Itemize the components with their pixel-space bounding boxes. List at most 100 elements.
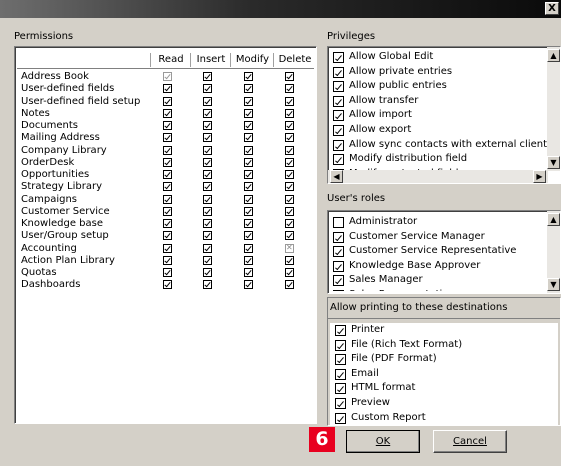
delete-checkbox[interactable]	[285, 268, 294, 277]
role-checkbox[interactable]	[333, 231, 344, 243]
read-checkbox[interactable]	[163, 255, 172, 265]
insert-checkbox[interactable]	[203, 255, 212, 265]
read-checkbox[interactable]	[163, 96, 172, 106]
delete-checkbox[interactable]	[285, 255, 294, 265]
modify-checkbox[interactable]	[244, 96, 253, 106]
modify-checkbox[interactable]	[244, 231, 253, 241]
modify-checkbox[interactable]	[244, 133, 253, 143]
insert-checkbox[interactable]	[203, 206, 212, 216]
read-checkbox[interactable]	[163, 121, 172, 130]
privilege-checkbox[interactable]	[333, 66, 344, 78]
modify-checkbox[interactable]	[244, 243, 253, 253]
delete-checkbox[interactable]	[285, 231, 294, 241]
privilege-checkbox[interactable]	[333, 52, 344, 63]
print-destination-checkbox[interactable]	[335, 412, 346, 424]
read-checkbox[interactable]	[163, 280, 172, 290]
modify-checkbox[interactable]	[244, 108, 253, 118]
delete-checkbox[interactable]	[285, 206, 294, 216]
modify-checkbox[interactable]	[244, 206, 253, 216]
role-checkbox[interactable]	[333, 275, 344, 287]
delete-checkbox[interactable]	[285, 121, 294, 130]
ok-button[interactable]: OK	[346, 430, 420, 453]
privilege-checkbox[interactable]	[333, 154, 344, 166]
modify-checkbox[interactable]	[244, 268, 253, 277]
delete-checkbox[interactable]	[285, 182, 294, 192]
read-checkbox[interactable]	[163, 243, 172, 253]
read-checkbox[interactable]	[163, 268, 172, 277]
close-button[interactable]: X	[545, 2, 559, 15]
insert-checkbox[interactable]	[203, 72, 212, 81]
insert-checkbox[interactable]	[203, 231, 212, 241]
role-checkbox[interactable]	[333, 260, 344, 272]
insert-checkbox[interactable]	[203, 96, 212, 106]
insert-checkbox[interactable]	[203, 157, 212, 167]
print-destination-checkbox[interactable]	[335, 339, 346, 351]
privilege-checkbox[interactable]	[333, 95, 344, 107]
insert-checkbox[interactable]	[203, 268, 212, 277]
read-checkbox[interactable]	[163, 72, 172, 81]
print-destination-checkbox[interactable]	[335, 398, 346, 409]
scroll-up-icon[interactable]: ▲	[547, 49, 560, 62]
modify-checkbox[interactable]	[244, 145, 253, 155]
cancel-button[interactable]: Cancel	[433, 430, 507, 453]
read-checkbox[interactable]	[163, 145, 172, 155]
print-destination-checkbox[interactable]	[335, 383, 346, 395]
read-checkbox[interactable]	[163, 108, 172, 118]
privilege-checkbox[interactable]	[333, 139, 344, 151]
delete-checkbox[interactable]	[285, 170, 294, 179]
insert-checkbox[interactable]	[203, 121, 212, 130]
insert-checkbox[interactable]	[203, 84, 212, 94]
delete-checkbox[interactable]	[285, 72, 294, 81]
modify-checkbox[interactable]	[244, 255, 253, 265]
read-checkbox[interactable]	[163, 194, 172, 204]
delete-checkbox[interactable]	[285, 280, 294, 290]
insert-checkbox[interactable]	[203, 108, 212, 118]
read-checkbox[interactable]	[163, 84, 172, 94]
delete-checkbox[interactable]	[285, 133, 294, 143]
print-destination-checkbox[interactable]	[335, 368, 346, 380]
scroll-left-icon[interactable]: ◀	[330, 170, 343, 183]
delete-checkbox[interactable]	[285, 108, 294, 118]
read-checkbox[interactable]	[163, 182, 172, 192]
delete-checkbox[interactable]	[285, 243, 294, 253]
insert-checkbox[interactable]	[203, 145, 212, 155]
modify-checkbox[interactable]	[244, 121, 253, 130]
insert-checkbox[interactable]	[203, 194, 212, 204]
delete-checkbox[interactable]	[285, 194, 294, 204]
modify-checkbox[interactable]	[244, 280, 253, 290]
role-checkbox[interactable]	[333, 217, 344, 228]
role-checkbox[interactable]	[333, 290, 344, 291]
insert-checkbox[interactable]	[203, 182, 212, 192]
delete-checkbox[interactable]	[285, 157, 294, 167]
delete-checkbox[interactable]	[285, 84, 294, 94]
modify-checkbox[interactable]	[244, 194, 253, 204]
modify-checkbox[interactable]	[244, 157, 253, 167]
insert-checkbox[interactable]	[203, 170, 212, 179]
insert-checkbox[interactable]	[203, 133, 212, 143]
read-checkbox[interactable]	[163, 231, 172, 241]
read-checkbox[interactable]	[163, 170, 172, 179]
role-checkbox[interactable]	[333, 246, 344, 258]
scroll-right-icon[interactable]: ▶	[533, 170, 546, 183]
modify-checkbox[interactable]	[244, 72, 253, 81]
scroll-up-icon[interactable]: ▲	[547, 213, 560, 226]
print-destination-checkbox[interactable]	[335, 325, 346, 336]
privileges-vertical-scrollbar[interactable]: ▲ ▼	[547, 47, 560, 171]
delete-checkbox[interactable]	[285, 145, 294, 155]
privilege-checkbox[interactable]	[333, 125, 344, 136]
privilege-checkbox[interactable]	[333, 81, 344, 93]
insert-checkbox[interactable]	[203, 280, 212, 290]
insert-checkbox[interactable]	[203, 219, 212, 228]
delete-checkbox[interactable]	[285, 96, 294, 106]
delete-checkbox[interactable]	[285, 219, 294, 228]
read-checkbox[interactable]	[163, 206, 172, 216]
modify-checkbox[interactable]	[244, 219, 253, 228]
privilege-checkbox[interactable]	[333, 110, 344, 122]
roles-vertical-scrollbar[interactable]: ▲ ▼	[547, 211, 560, 293]
scroll-down-icon[interactable]: ▼	[547, 278, 560, 291]
scroll-down-icon[interactable]: ▼	[547, 156, 560, 169]
read-checkbox[interactable]	[163, 157, 172, 167]
read-checkbox[interactable]	[163, 133, 172, 143]
modify-checkbox[interactable]	[244, 182, 253, 192]
modify-checkbox[interactable]	[244, 170, 253, 179]
